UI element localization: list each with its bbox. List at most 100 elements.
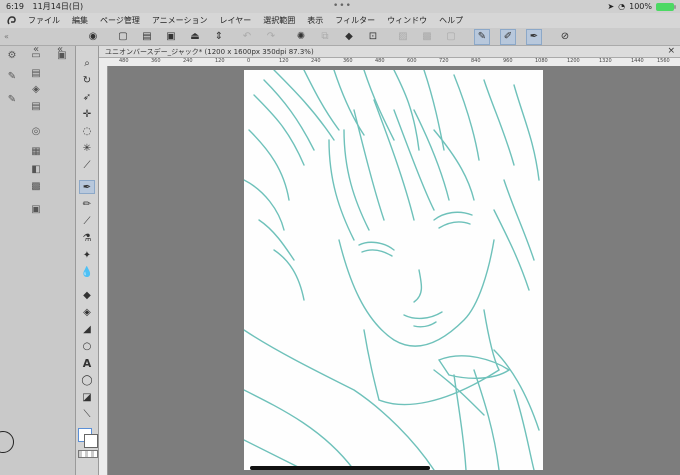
eraser-icon[interactable]: ◆ (79, 288, 95, 302)
layer-icon-2[interactable]: ▩ (420, 30, 434, 44)
panel-save-icon[interactable]: ▣ (56, 50, 68, 61)
sketch-drawing (243, 69, 540, 471)
panel-layer-icon[interactable]: ◈ (30, 84, 42, 95)
pen-stabilize-icon[interactable]: ✎ (474, 28, 490, 45)
ruler-label: 480 (119, 58, 129, 64)
balloon-icon[interactable]: ◯ (79, 373, 95, 387)
camera-icon[interactable]: ◉ (86, 30, 100, 44)
ruler-icon[interactable]: ⟍ (79, 407, 95, 421)
redo-icon[interactable]: ↷ (264, 30, 278, 44)
multitask-dots[interactable]: ••• (333, 1, 352, 11)
ruler-label: 1560 (657, 58, 670, 64)
sidebar-handle[interactable] (0, 431, 14, 453)
save-icon[interactable]: ▣ (164, 30, 178, 44)
panel-layer-property-icon[interactable]: ⚙ (6, 50, 18, 61)
pen-snap-icon[interactable]: ⊘ (558, 30, 572, 44)
location-icon: ➤ (607, 2, 615, 11)
vertical-ruler (99, 66, 108, 475)
zoom-icon[interactable]: ⌕ (79, 56, 95, 70)
new-file-icon[interactable]: ▢ (116, 30, 130, 44)
figure-icon[interactable]: ○ (79, 339, 95, 353)
menu-filter[interactable]: フィルター (335, 15, 375, 26)
ruler-label: 240 (183, 58, 193, 64)
panel-sub-view-icon[interactable]: ◎ (30, 126, 42, 137)
layer-icon-3[interactable]: ▢ (444, 30, 458, 44)
pen-line-icon[interactable]: ✒ (526, 28, 542, 45)
lasso-icon[interactable]: ◌ (79, 124, 95, 138)
menu-file[interactable]: ファイル (28, 15, 60, 26)
arrows-updown-icon[interactable]: ⇕ (212, 30, 226, 44)
menu-selection[interactable]: 選択範囲 (263, 15, 295, 26)
ruler-label: 360 (151, 58, 161, 64)
pen-brush-icon[interactable]: ✐ (500, 28, 516, 45)
menu-window[interactable]: ウィンドウ (387, 15, 427, 26)
frame-icon[interactable]: ◪ (79, 390, 95, 404)
magic-wand-icon[interactable]: ✳ (79, 141, 95, 155)
fill-bucket-icon[interactable]: ◈ (79, 305, 95, 319)
battery-icon (656, 2, 676, 11)
menu-page[interactable]: ページ管理 (100, 15, 140, 26)
tool-palette: ⌕ ↻ ➶ ✛ ◌ ✳ ⟋ ✒ ✏ ⟋ ⚗ ✦ 💧 ◆ ◈ ◢ ○ A ◯ ◪ … (76, 46, 99, 475)
left-sidebar: ⚙ « ▭ « ▣ ✎ ▤ ✎ ◈ ▤ ◎ ▦ ◧ ▩ ▣ (0, 44, 76, 475)
eyedropper-icon[interactable]: ⟋ (79, 158, 95, 172)
panel-brush-size-icon[interactable]: ✎ (6, 71, 18, 82)
app-logo-icon[interactable] (6, 15, 18, 27)
layer-icon-1[interactable]: ▨ (396, 30, 410, 44)
menu-animation[interactable]: アニメーション (152, 15, 208, 26)
fill-icon[interactable]: ◆ (342, 30, 356, 44)
airbrush-icon[interactable]: ⚗ (79, 231, 95, 245)
ruler-label: 960 (503, 58, 513, 64)
panel-auto-action-icon[interactable]: ▩ (30, 181, 42, 192)
ruler-label: 360 (343, 58, 353, 64)
ruler-label: 1440 (631, 58, 644, 64)
document-title: ユニオンバースデー_ジャック* (1200 x 1600px 350dpi 87… (105, 47, 314, 56)
collapse-left-icon[interactable]: « (4, 32, 16, 41)
panel-color-icon[interactable]: ✎ (6, 94, 18, 105)
menu-view[interactable]: 表示 (307, 15, 323, 26)
menu-help[interactable]: ヘルプ (439, 15, 463, 26)
panel-tool-property-icon[interactable]: ▤ (30, 68, 42, 79)
status-right: ➤ ◔ 100% (607, 2, 676, 11)
ruler-label: 600 (407, 58, 417, 64)
text-tool-icon[interactable]: A (79, 356, 95, 370)
copy-icon[interactable]: ⧉ (318, 30, 332, 44)
panel-material-icon[interactable]: ▦ (30, 146, 42, 157)
menu-layer[interactable]: レイヤー (220, 15, 252, 26)
panel-folder-icon[interactable]: ▭ (30, 50, 42, 61)
transparent-color-icon[interactable] (78, 450, 98, 458)
ruler-label: 1320 (599, 58, 612, 64)
document-tab[interactable]: ユニオンバースデー_ジャック* (1200 x 1600px 350dpi 87… (99, 46, 680, 58)
export-icon[interactable]: ⏏ (188, 30, 202, 44)
pen-icon[interactable]: ✒ (79, 180, 95, 194)
status-date: 11月14日(日) (32, 2, 84, 11)
menu-edit[interactable]: 編集 (72, 15, 88, 26)
transform-icon[interactable]: ⊡ (366, 30, 380, 44)
panel-item-icon[interactable]: ▣ (30, 204, 42, 215)
ruler-label: 240 (311, 58, 321, 64)
close-tab-icon[interactable]: × (667, 46, 675, 56)
move-icon[interactable]: ✛ (79, 107, 95, 121)
panel-history-icon[interactable]: ◧ (30, 164, 42, 175)
pencil-icon[interactable]: ✏ (79, 197, 95, 211)
rotate-icon[interactable]: ↻ (79, 73, 95, 87)
panel-navigator-icon[interactable]: ▤ (30, 101, 42, 112)
gradient-icon[interactable]: ◢ (79, 322, 95, 336)
ruler-label: 480 (375, 58, 385, 64)
sub-color-swatch[interactable] (84, 434, 98, 448)
menu-bar: ファイル 編集 ページ管理 アニメーション レイヤー 選択範囲 表示 フィルター… (0, 13, 680, 28)
brush-icon[interactable]: ⟋ (79, 214, 95, 228)
command-toolbar: « ◉ ▢ ▤ ▣ ⏏ ⇕ ↶ ↷ ✺ ⧉ ◆ ⊡ ▨ ▩ ▢ ✎ ✐ ✒ ⊘ (0, 28, 680, 46)
ruler-label: 840 (471, 58, 481, 64)
ruler-label: 0 (247, 58, 251, 64)
undo-icon[interactable]: ↶ (240, 30, 254, 44)
home-indicator[interactable] (250, 466, 430, 470)
ruler-label: 120 (279, 58, 289, 64)
drawing-paper[interactable] (243, 69, 543, 471)
loading-icon[interactable]: ✺ (294, 30, 308, 44)
canvas-area[interactable] (108, 66, 680, 475)
folder-open-icon[interactable]: ▤ (140, 30, 154, 44)
status-left: 6:19 11月14日(日) (6, 1, 89, 12)
blend-icon[interactable]: 💧 (79, 265, 95, 279)
select-object-icon[interactable]: ➶ (79, 90, 95, 104)
decoration-icon[interactable]: ✦ (79, 248, 95, 262)
